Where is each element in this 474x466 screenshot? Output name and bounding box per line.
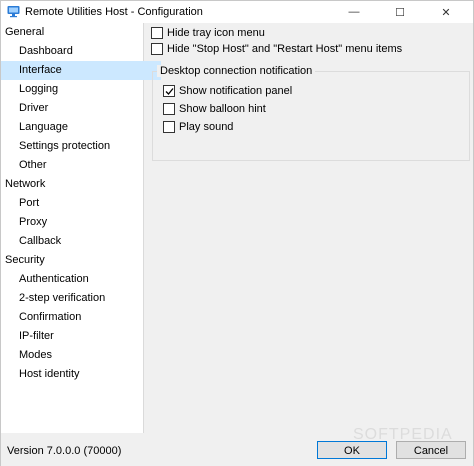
settings-panel: Hide tray icon menu Hide "Stop Host" and… (144, 23, 474, 433)
checkmark-icon (165, 87, 174, 95)
hide-tray-label: Hide tray icon menu (167, 27, 265, 39)
settings-tree: General Dashboard Interface Logging Driv… (1, 23, 161, 433)
show-balloon-label: Show balloon hint (179, 103, 266, 115)
softpedia-watermark: SOFTPEDIA (353, 426, 453, 443)
show-balloon-checkbox[interactable] (163, 103, 175, 115)
sidebar-item-modes[interactable]: Modes (1, 346, 161, 365)
show-panel-label: Show notification panel (179, 85, 293, 97)
sidebar-category-network[interactable]: Network (1, 175, 147, 194)
sidebar-item-proxy[interactable]: Proxy (1, 213, 161, 232)
show-balloon-checkbox-row[interactable]: Show balloon hint (163, 103, 266, 115)
play-sound-label: Play sound (179, 121, 234, 133)
title-bar[interactable]: Remote Utilities Host - Configuration — … (1, 1, 473, 23)
sidebar-item-dashboard[interactable]: Dashboard (1, 42, 161, 61)
desktop-notification-group: Desktop connection notification Show not… (152, 65, 470, 161)
minimize-icon: — (348, 6, 360, 18)
hide-tray-checkbox[interactable] (151, 27, 163, 39)
sidebar-item-other[interactable]: Other (1, 156, 161, 175)
version-label: Version 7.0.0.0 (70000) (7, 445, 122, 457)
close-icon: ✕ (441, 6, 451, 19)
play-sound-checkbox-row[interactable]: Play sound (163, 121, 233, 133)
hide-stop-checkbox-row[interactable]: Hide "Stop Host" and "Restart Host" menu… (151, 43, 402, 55)
config-window: Remote Utilities Host - Configuration — … (0, 0, 474, 466)
minimize-button[interactable]: — (337, 1, 371, 23)
window-title: Remote Utilities Host - Configuration (25, 6, 203, 18)
sidebar-item-settings-protection[interactable]: Settings protection (1, 137, 161, 156)
sidebar-item-host-identity[interactable]: Host identity (1, 365, 161, 384)
sidebar-item-authentication[interactable]: Authentication (1, 270, 161, 289)
show-panel-checkbox[interactable] (163, 85, 175, 97)
sidebar-item-port[interactable]: Port (1, 194, 161, 213)
show-panel-checkbox-row[interactable]: Show notification panel (163, 85, 292, 97)
sidebar-item-driver[interactable]: Driver (1, 99, 161, 118)
hide-stop-restart-label: Hide "Stop Host" and "Restart Host" menu… (167, 43, 403, 55)
sidebar-item-confirmation[interactable]: Confirmation (1, 308, 161, 327)
sidebar-category-security[interactable]: Security (1, 251, 147, 270)
sidebar-item-callback[interactable]: Callback (1, 232, 161, 251)
sidebar-item-ip-filter[interactable]: IP-filter (1, 327, 161, 346)
sidebar-item-2-step-verification[interactable]: 2-step verification (1, 289, 161, 308)
sidebar-category-general[interactable]: General (1, 23, 147, 42)
close-button[interactable]: ✕ (429, 1, 463, 23)
group-title: Desktop connection notification (157, 65, 316, 77)
hide-tray-checkbox-row[interactable]: Hide tray icon menu (151, 27, 265, 39)
sidebar-item-language[interactable]: Language (1, 118, 161, 137)
sidebar-item-interface[interactable]: Interface (1, 61, 161, 80)
hide-stop-restart-checkbox[interactable] (151, 43, 163, 55)
maximize-icon: ☐ (395, 6, 405, 19)
play-sound-checkbox[interactable] (163, 121, 175, 133)
remote-utilities-icon (7, 6, 20, 18)
maximize-button[interactable]: ☐ (383, 1, 417, 23)
sidebar-item-logging[interactable]: Logging (1, 80, 161, 99)
